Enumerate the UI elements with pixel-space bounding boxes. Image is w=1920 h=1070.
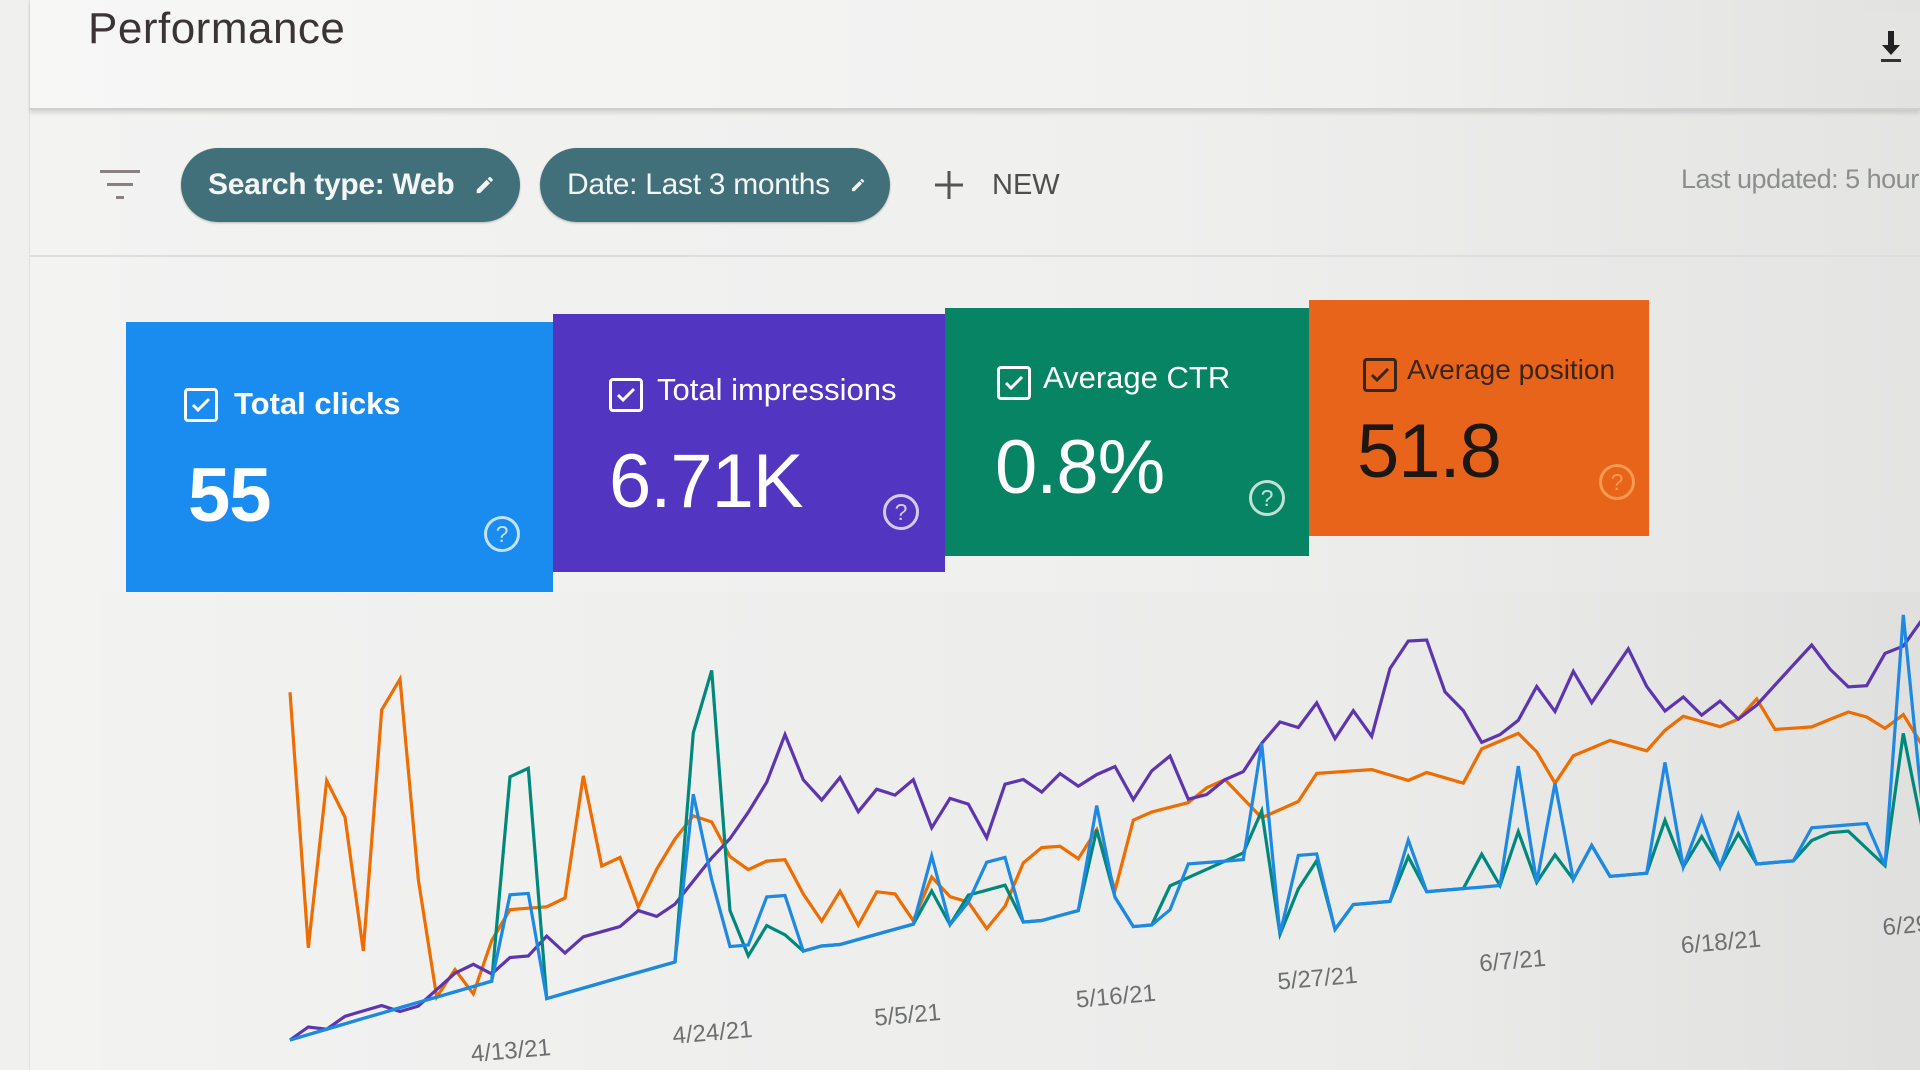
metric-title: Total impressions <box>657 372 897 407</box>
x-tick-label: 5/5/21 <box>873 999 942 1032</box>
metric-title: Average CTR <box>1043 360 1231 395</box>
plus-icon <box>935 171 963 199</box>
metric-value: 55 <box>188 453 272 538</box>
chip-label: Search type: Web <box>208 168 455 201</box>
metric-cards: Total clicks 55 ? Total impressions 6.71… <box>96 300 1656 592</box>
chip-label: Date: Last 3 months <box>567 168 830 201</box>
pencil-icon[interactable] <box>474 170 496 200</box>
x-tick-label: 4/13/21 <box>470 1034 552 1068</box>
metric-value: 6.71K <box>609 439 804 524</box>
export-button[interactable] <box>1862 12 1920 80</box>
date-filter-chip[interactable]: Date: Last 3 months <box>540 148 890 222</box>
checkbox-checked-icon[interactable] <box>184 388 218 422</box>
x-tick-label: 6/29/21 <box>1881 907 1920 941</box>
metric-card-average-position[interactable]: Average position 51.8 ? <box>1309 300 1649 536</box>
last-updated-text: Last updated: 5 hour <box>1681 164 1919 194</box>
help-icon[interactable]: ? <box>1599 464 1635 500</box>
metric-title: Average position <box>1407 354 1616 385</box>
page-header: Performance <box>30 0 1920 110</box>
performance-chart: 4/13/21 4/24/21 5/5/21 5/16/21 5/27/21 6/7/21… <box>100 592 1920 1070</box>
help-icon[interactable]: ? <box>883 494 919 530</box>
new-filter-label: NEW <box>992 168 1060 201</box>
metric-card-total-clicks[interactable]: Total clicks 55 ? <box>126 322 553 592</box>
help-icon[interactable]: ? <box>484 516 520 552</box>
metric-title: Total clicks <box>234 386 401 421</box>
checkbox-checked-icon[interactable] <box>609 378 643 412</box>
page-title: Performance <box>88 4 346 53</box>
checkbox-checked-icon[interactable] <box>1363 358 1397 392</box>
x-tick-label: 6/7/21 <box>1478 945 1547 978</box>
metric-value: 0.8% <box>995 425 1165 510</box>
search-type-filter-chip[interactable]: Search type: Web <box>181 148 520 222</box>
x-tick-label: 6/18/21 <box>1680 926 1762 960</box>
line-chart: 4/13/21 4/24/21 5/5/21 5/16/21 5/27/21 6/7/21… <box>288 614 1920 1068</box>
filter-bar: Search type: Web Date: Last 3 months NEW… <box>30 112 1920 257</box>
pencil-icon[interactable] <box>850 170 866 200</box>
x-tick-label: 5/27/21 <box>1276 962 1358 996</box>
metric-card-total-impressions[interactable]: Total impressions 6.71K ? <box>553 314 945 572</box>
checkbox-checked-icon[interactable] <box>997 366 1031 400</box>
metric-card-average-ctr[interactable]: Average CTR 0.8% ? <box>945 308 1309 556</box>
help-icon[interactable]: ? <box>1249 480 1285 516</box>
x-tick-label: 4/24/21 <box>671 1016 753 1050</box>
performance-page: Performance Search type: Web Date: Last … <box>30 0 1920 1070</box>
x-tick-label: 5/16/21 <box>1075 980 1157 1014</box>
download-icon <box>1881 31 1901 62</box>
left-nav-rail <box>0 0 30 1070</box>
new-filter-button[interactable]: NEW <box>934 160 1060 210</box>
metric-value: 51.8 <box>1357 409 1502 494</box>
filter-list-icon[interactable] <box>98 168 144 202</box>
